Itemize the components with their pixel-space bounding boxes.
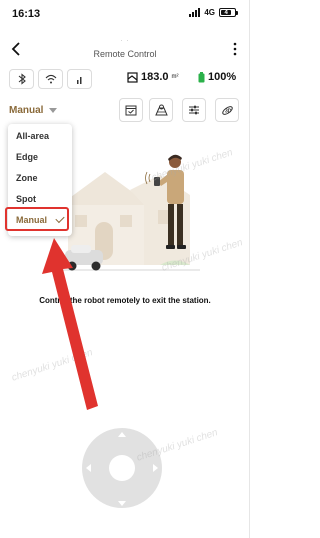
map-edit-icon [154,104,168,116]
app-screen: 16:13 4G 4 · · Remote Control 183.0 m² 1… [0,0,250,538]
phone-battery-icon: 4 [219,8,238,17]
status-bar: 16:13 4G 4 [0,0,249,26]
wifi-status[interactable] [38,69,63,89]
signal-icon [76,76,81,84]
mode-option-all-area[interactable]: All-area [8,126,72,146]
joystick-knob[interactable] [109,455,135,481]
area-value: 183.0 [141,71,169,83]
settings-sliders-icon [189,105,199,115]
schedule-button[interactable] [119,98,143,122]
mode-selector[interactable]: Manual [9,101,58,119]
mowed-area: 183.0 m² [127,71,179,83]
arrow-right-icon [153,464,158,472]
chevron-down-icon [49,107,58,113]
wifi-icon [45,74,56,84]
status-indicators: 4G 4 [189,8,238,17]
bluetooth-status[interactable] [9,69,34,89]
cellular-signal-icon [189,8,201,17]
area-unit: m² [171,74,179,80]
arrow-left-icon [86,464,91,472]
more-options-icon[interactable] [232,42,238,56]
svg-text:3D: 3D [225,108,232,114]
arrow-up-icon [118,432,126,437]
annotation-arrow [42,238,98,410]
app-header: · · Remote Control [0,36,249,64]
arrow-down-icon [118,501,126,506]
map-edit-button[interactable] [149,98,173,122]
schedule-icon [125,105,137,116]
robot-battery: 100% [198,71,236,83]
battery-percent: 100% [208,71,237,83]
battery-icon [198,71,205,82]
phone-battery-level: 4 [221,10,232,16]
view-3d-button[interactable]: 3D [215,98,239,122]
joystick[interactable] [82,405,162,529]
bluetooth-icon [18,73,26,85]
mode-option-zone[interactable]: Zone [8,168,72,188]
mode-option-edge[interactable]: Edge [8,147,72,167]
mode-current: Manual [9,104,44,116]
status-time: 16:13 [12,8,41,20]
view-3d-icon: 3D [221,105,233,115]
device-name: · · [120,38,130,44]
page-title: Remote Control [93,49,157,59]
mode-option-spot[interactable]: Spot [8,189,72,209]
cellular-status[interactable] [67,69,92,89]
settings-button[interactable] [182,98,206,122]
annotation-highlight-box [5,207,69,231]
instruction-text: Control the robot remotely to exit the s… [39,296,211,305]
network-type: 4G [204,8,215,17]
map-area-icon [127,71,138,83]
